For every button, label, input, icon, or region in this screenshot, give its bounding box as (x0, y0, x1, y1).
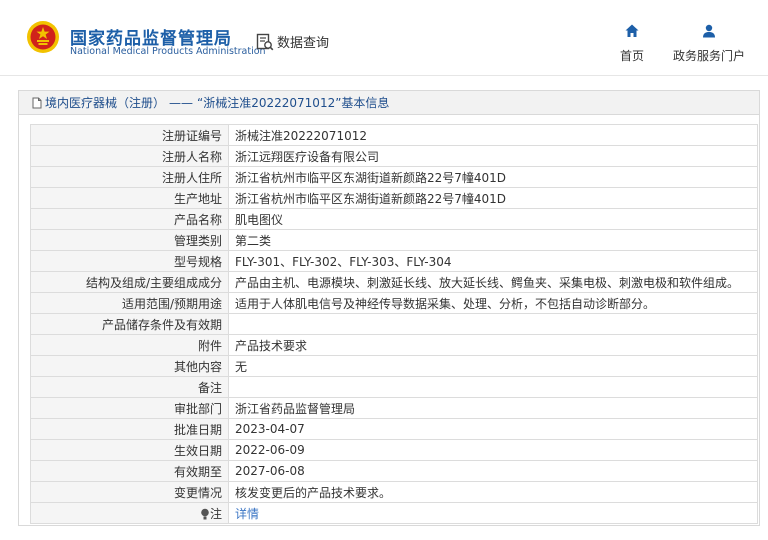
table-row: 变更情况 核发变更后的产品技术要求。 (30, 481, 758, 503)
field-label: 产品名称 (30, 208, 229, 230)
national-emblem-icon (27, 21, 59, 53)
field-label: 审批部门 (30, 397, 229, 419)
field-label: 型号规格 (30, 250, 229, 272)
field-label: 其他内容 (30, 355, 229, 377)
table-row: 结构及组成/主要组成成分 产品由主机、电源模块、刺激延长线、放大延长线、鳄鱼夹、采… (30, 271, 758, 293)
note-label: 注 (209, 506, 222, 521)
device-info-rows: 注册证编号 浙械注准20222071012 注册人名称 浙江远翔医疗设备有限公司 注册人… (30, 124, 758, 503)
details-link[interactable]: 详情 (228, 502, 758, 524)
table-row: 注册人住所 浙江省杭州市临平区东湖街道新颜路22号7幢401D (30, 166, 758, 188)
field-value: 浙江省药品监督管理局 (228, 397, 758, 419)
data-query-icon (256, 33, 274, 50)
data-query-link[interactable]: 数据查询 (256, 32, 329, 51)
table-row: 审批部门 浙江省药品监督管理局 (30, 397, 758, 419)
field-label: 注册人名称 (30, 145, 229, 167)
field-label: 管理类别 (30, 229, 229, 251)
table-row: 附件 产品技术要求 (30, 334, 758, 356)
field-value: 产品技术要求 (228, 334, 758, 356)
field-label: 变更情况 (30, 481, 229, 503)
table-row: 备注 (30, 376, 758, 398)
field-value: 浙江远翔医疗设备有限公司 (228, 145, 758, 167)
table-row: 有效期至 2027-06-08 (30, 460, 758, 482)
note-label-cell: 注 (30, 502, 229, 524)
field-label: 产品储存条件及有效期 (30, 313, 229, 335)
site-header: 国家药品监督管理局 National Medical Products Admi… (0, 0, 768, 76)
field-value: 无 (228, 355, 758, 377)
field-label: 批准日期 (30, 418, 229, 440)
table-row: 注册证编号 浙械注准20222071012 (30, 124, 758, 146)
field-value: 肌电图仪 (228, 208, 758, 230)
field-value: FLY-301、FLY-302、FLY-303、FLY-304 (228, 250, 758, 272)
field-value: 浙江省杭州市临平区东湖街道新颜路22号7幢401D (228, 166, 758, 188)
table-row-note: 注 详情 (30, 502, 758, 524)
user-icon (703, 24, 715, 38)
field-value: 适用于人体肌电信号及神经传导数据采集、处理、分析，不包括自动诊断部分。 (228, 292, 758, 314)
field-value (228, 313, 758, 335)
nav-service-portal[interactable]: 政务服务门户 (668, 24, 750, 64)
nav-service-portal-label: 政务服务门户 (672, 49, 745, 63)
table-row: 其他内容无 (30, 355, 758, 377)
breadcrumb-separator: —— (169, 95, 194, 110)
document-icon (32, 97, 42, 108)
note-icon (201, 508, 209, 519)
table-row: 注册人名称 浙江远翔医疗设备有限公司 (30, 145, 758, 167)
field-label: 生效日期 (30, 439, 229, 461)
device-info-table: 注册证编号 浙械注准20222071012 注册人名称 浙江远翔医疗设备有限公司 注册人… (30, 124, 758, 524)
nav-home-label: 首页 (619, 49, 644, 63)
table-row: 批准日期 2023-04-07 (30, 418, 758, 440)
field-label: 注册人住所 (30, 166, 229, 188)
field-value: 核发变更后的产品技术要求。 (228, 481, 758, 503)
field-value: 浙械注准20222071012 (228, 124, 758, 146)
brand-subtitle: National Medical Products Administration (70, 46, 266, 57)
field-value: 产品由主机、电源模块、刺激延长线、放大延长线、鳄鱼夹、采集电极、刺激电极和软件组… (228, 271, 758, 293)
table-row: 产品名称 肌电图仪 (30, 208, 758, 230)
field-label: 注册证编号 (30, 124, 229, 146)
field-value: 浙江省杭州市临平区东湖街道新颜路22号7幢401D (228, 187, 758, 209)
table-row: 生产地址 浙江省杭州市临平区东湖街道新颜路22号7幢401D (30, 187, 758, 209)
breadcrumb-category[interactable]: 境内医疗器械（注册） (45, 94, 165, 111)
field-value: 2023-04-07 (228, 418, 758, 440)
field-value: 2027-06-08 (228, 460, 758, 482)
nav-home[interactable]: 首页 (614, 24, 650, 64)
field-value (228, 376, 758, 398)
field-value: 2022-06-09 (228, 439, 758, 461)
table-row: 管理类别 第二类 (30, 229, 758, 251)
field-label: 生产地址 (30, 187, 229, 209)
table-row: 型号规格 FLY-301、FLY-302、FLY-303、FLY-304 (30, 250, 758, 272)
field-label: 结构及组成/主要组成成分 (30, 271, 229, 293)
field-label: 适用范围/预期用途 (30, 292, 229, 314)
field-label: 附件 (30, 334, 229, 356)
table-row: 适用范围/预期用途 适用于人体肌电信号及神经传导数据采集、处理、分析，不包括自动诊… (30, 292, 758, 314)
data-query-label: 数据查询 (277, 36, 330, 51)
breadcrumb-current: “浙械注准20222071012”基本信息 (197, 96, 390, 110)
breadcrumb: 境内医疗器械（注册） —— “浙械注准20222071012”基本信息 (19, 91, 759, 115)
field-value: 第二类 (228, 229, 758, 251)
table-row: 生效日期 2022-06-09 (30, 439, 758, 461)
home-icon (625, 24, 639, 37)
field-label: 有效期至 (30, 460, 229, 482)
field-label: 备注 (30, 376, 229, 398)
table-row: 产品储存条件及有效期 (30, 313, 758, 335)
